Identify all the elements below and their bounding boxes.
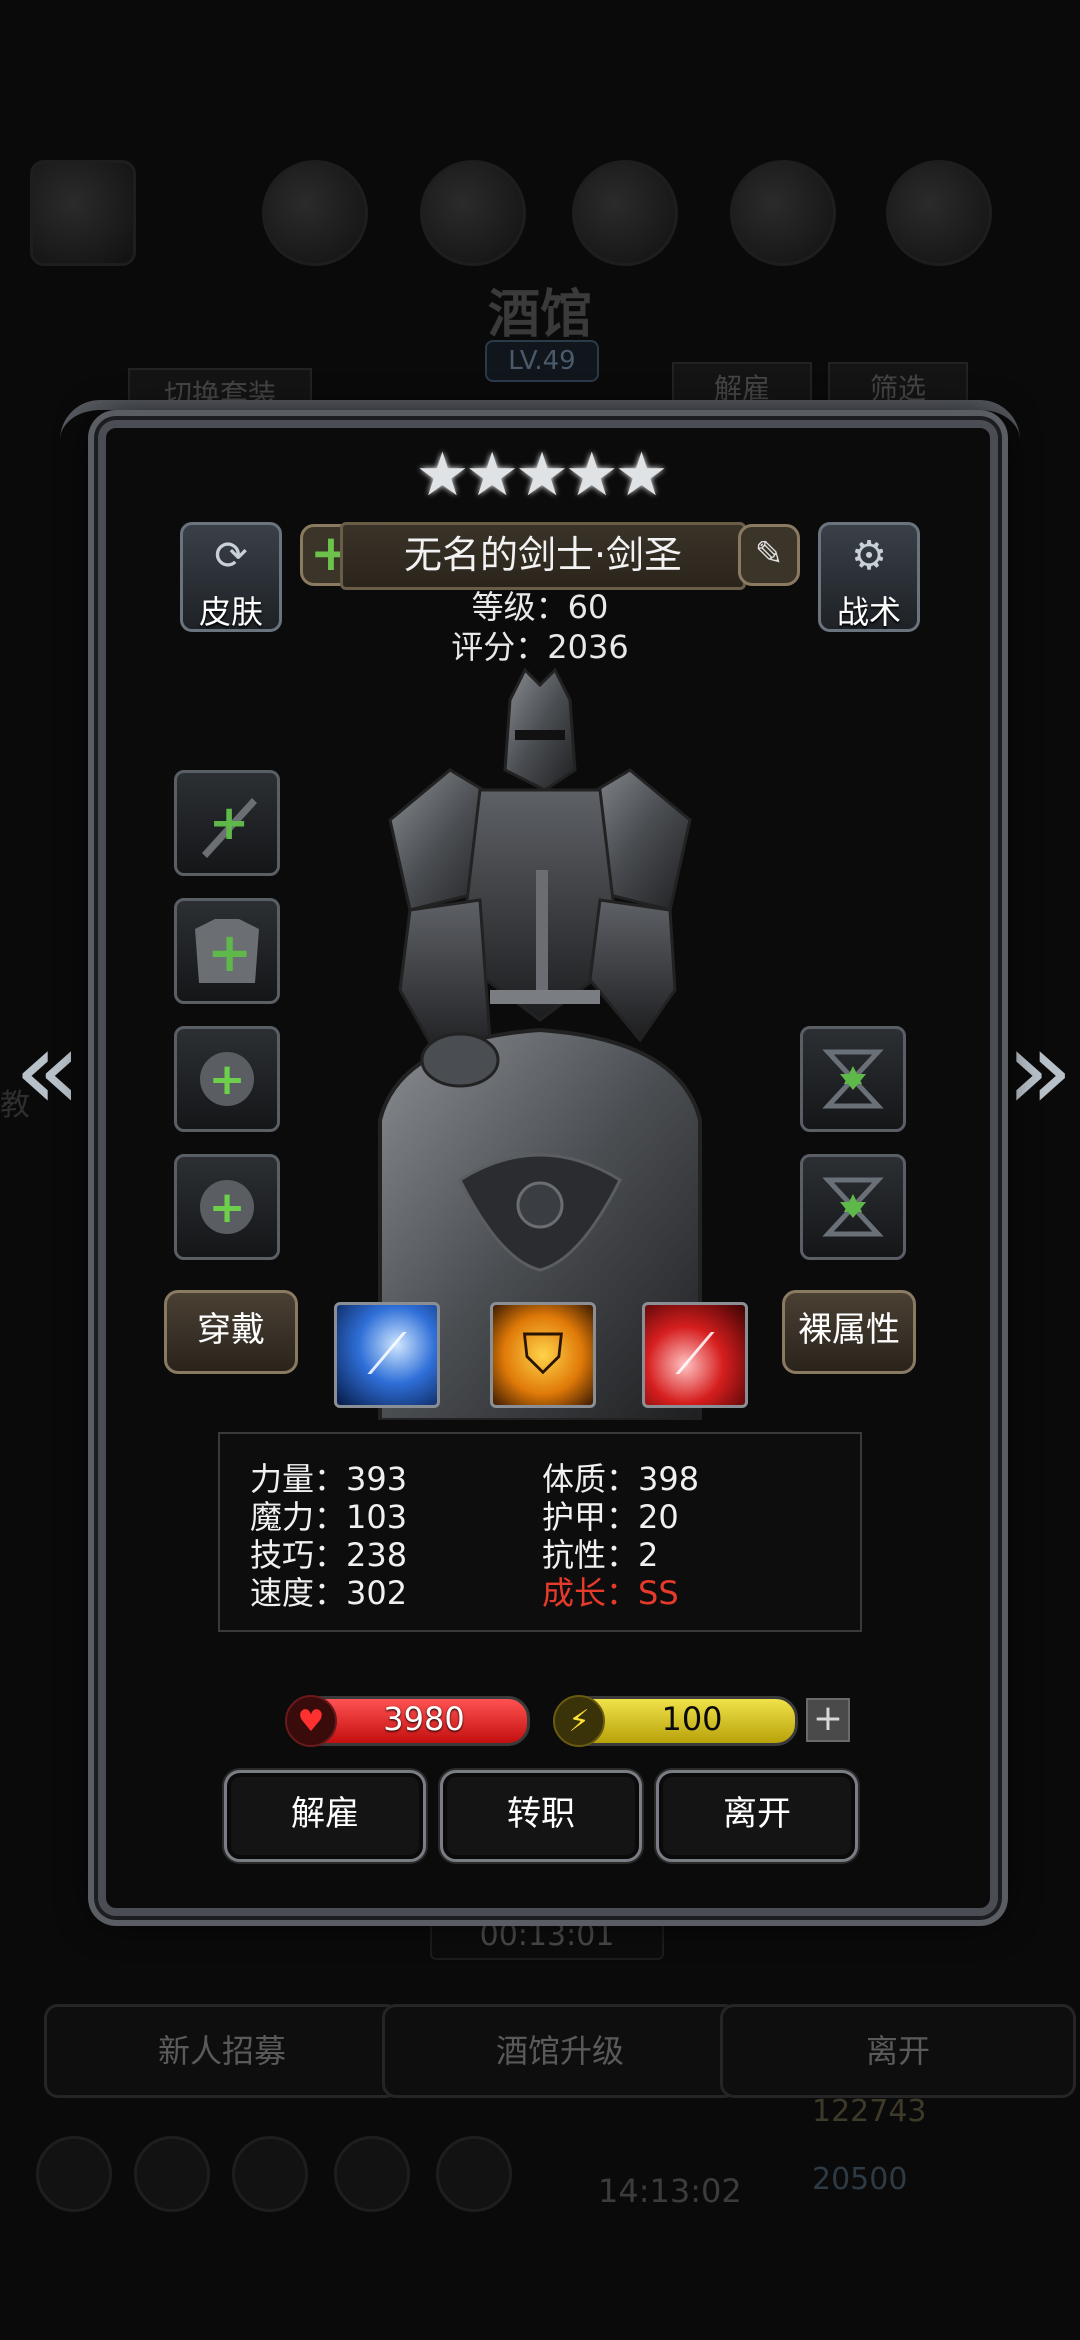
top-icon-row [0,160,1080,280]
hp-value: 3980 [383,1700,465,1738]
hero-name: 无名的剑士·剑圣 [340,522,746,590]
gem-amount: 20500 [812,2162,908,2197]
hp-bar: ♥ 3980 [285,1695,530,1747]
gold-amount: 122743 [812,2094,927,2129]
change-job-button[interactable]: 转职 [440,1770,642,1862]
edit-name-icon[interactable]: ✎ [738,524,800,586]
bg-leave-button: 离开 [720,2004,1076,2098]
slash-icon: ⟋ [367,1322,407,1387]
gear-icon: ⚙ [851,533,887,579]
weapon-slot[interactable]: + [174,770,280,876]
svg-text:+: + [209,795,249,851]
dismiss-button[interactable]: 解雇 [224,1770,426,1862]
skill-slash-blue[interactable]: ⟋ [334,1302,440,1408]
svg-text:+: + [207,921,252,984]
stat-speed: 速度：302 [250,1574,408,1612]
top-icon [420,160,526,266]
menu-icon [30,160,136,266]
top-icon [262,160,368,266]
nav-icon [134,2136,210,2212]
heart-icon: ♥ [285,1695,337,1747]
new-recruit-button: 新人招募 [44,2004,400,2098]
refresh-icon: ⟳ [214,533,248,579]
stats-panel: 力量：393 魔力：103 技巧：238 速度：302 体质：398 护甲：20… [218,1432,862,1632]
stat-growth: 成长：SS [542,1574,679,1612]
skill-slash-red[interactable]: ⟋ [642,1302,748,1408]
energy-bar: ⚡ 100 [553,1695,798,1747]
tavern-level: LV.49 [485,340,599,382]
ring-plus-icon: + [177,1029,277,1129]
top-icon [572,160,678,266]
nav-icon [334,2136,410,2212]
shield-icon: ⛉ [522,1322,564,1387]
star-rating: ★★★★★ [415,440,669,510]
accessory-slot-1[interactable]: + [174,1026,280,1132]
sword-plus-icon: + [177,773,277,873]
base-attributes-button[interactable]: 裸属性 [782,1290,916,1374]
accessory-slot-2[interactable]: + [174,1154,280,1260]
tavern-title: 酒馆 [487,284,592,345]
top-icon [886,160,992,266]
armor-slot[interactable]: + [174,898,280,1004]
wear-button[interactable]: 穿戴 [164,1290,298,1374]
rune-slot-1[interactable] [800,1026,906,1132]
add-energy-button[interactable]: + [806,1698,850,1742]
slash-icon: ⟋ [675,1322,715,1387]
armor-plus-icon: + [177,901,277,1001]
tavern-upgrade-button: 酒馆升级 [382,2004,738,2098]
nav-icon [36,2136,112,2212]
previous-hero-arrow[interactable]: « [14,1015,81,1125]
skill-shield-fire[interactable]: ⛉ [490,1302,596,1408]
nav-icon [436,2136,512,2212]
recruit-timer: 00:13:01 [430,1912,664,1960]
top-icon [730,160,836,266]
energy-value: 100 [661,1700,723,1738]
nav-icon [232,2136,308,2212]
hourglass-icon [803,1029,903,1129]
next-hero-arrow[interactable]: » [1006,1015,1073,1125]
hourglass-icon [803,1157,903,1257]
leave-button[interactable]: 离开 [656,1770,858,1862]
lightning-icon: ⚡ [553,1695,605,1747]
ring-plus-icon: + [177,1157,277,1257]
rune-slot-2[interactable] [800,1154,906,1260]
chest-timer: 14:13:02 [598,2172,742,2210]
